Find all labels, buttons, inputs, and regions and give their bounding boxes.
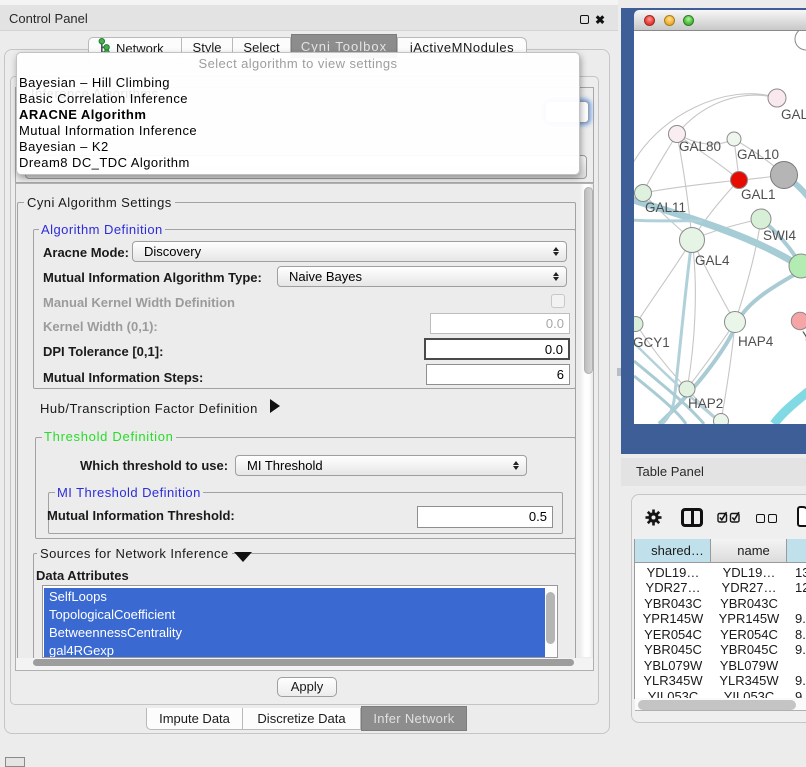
svg-text:Y: Y xyxy=(802,329,806,344)
svg-text:HAP2: HAP2 xyxy=(688,396,723,411)
svg-text:GAL11: GAL11 xyxy=(645,200,686,215)
svg-text:GAL: GAL xyxy=(781,107,806,122)
svg-text:GAL10: GAL10 xyxy=(737,147,779,162)
svg-text:SWI4: SWI4 xyxy=(763,228,796,243)
svg-text:GCY1: GCY1 xyxy=(634,335,670,350)
svg-text:HAP4: HAP4 xyxy=(738,334,774,349)
svg-text:GAL4: GAL4 xyxy=(695,253,730,268)
svg-text:GAL1: GAL1 xyxy=(741,187,776,202)
svg-text:GAL80: GAL80 xyxy=(679,139,721,154)
